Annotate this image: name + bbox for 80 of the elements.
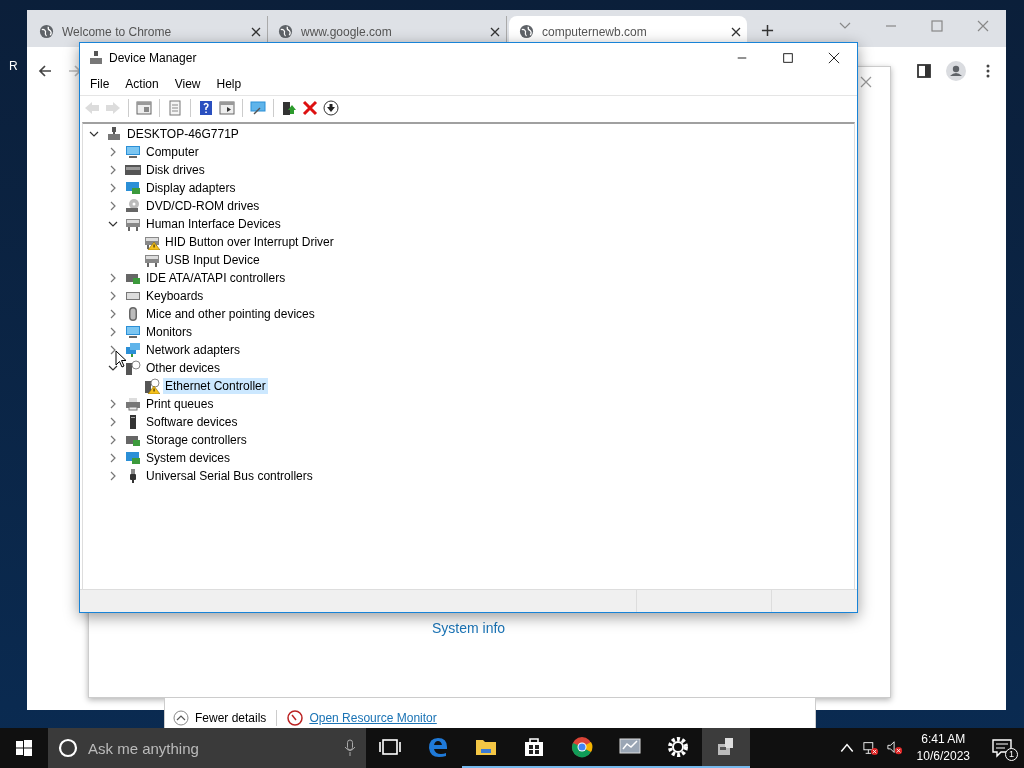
speaker-muted-icon[interactable] [886,740,903,756]
notification-count: 1 [1005,748,1018,761]
tree-item[interactable]: Human Interface Devices [144,216,283,232]
tree-item[interactable]: Mice and other pointing devices [144,306,317,322]
browser-e-icon [426,735,450,759]
tree-item[interactable]: Universal Serial Bus controllers [144,468,315,484]
settings-icon [666,735,690,759]
update-icon[interactable] [281,100,297,116]
search-field[interactable]: Ask me anything [86,738,336,758]
close-icon[interactable] [251,26,261,37]
expand-chevron-icon[interactable] [108,327,118,337]
gauge-icon [287,710,304,726]
globe-icon [278,24,293,39]
expand-chevron-icon[interactable] [108,201,118,211]
help-icon[interactable] [198,100,214,116]
close-icon[interactable] [490,26,500,37]
tree-item[interactable]: Keyboards [144,288,206,304]
taskbar-app[interactable] [702,728,750,768]
console-icon[interactable] [136,100,152,116]
menu-item[interactable]: Help [208,77,250,91]
collapse-icon[interactable] [173,710,189,726]
expand-chevron-icon[interactable] [108,471,118,481]
expand-chevron-icon[interactable] [108,147,118,157]
computer-icon [88,50,104,66]
expand-chevron-icon[interactable] [108,183,118,193]
expand-chevron-icon[interactable] [108,291,118,301]
expand-chevron-icon[interactable] [108,399,118,409]
menu-item[interactable]: View [166,77,209,91]
tree-item[interactable]: Print queues [144,396,216,412]
profile-icon[interactable] [946,61,966,81]
tree-item[interactable]: Monitors [144,324,194,340]
tree-item[interactable]: USB Input Device [163,252,262,268]
new-tab-icon[interactable] [761,24,774,37]
time-text: 6:41 AM [921,731,966,748]
tree-item[interactable]: Software devices [144,414,240,430]
tree-item[interactable]: DVD/CD-ROM drives [144,198,262,214]
microphone-icon[interactable] [344,739,356,757]
tree-item[interactable]: DESKTOP-46G771P [125,126,241,142]
circle-icon [58,738,78,758]
view-icon[interactable] [219,100,235,116]
tree-item[interactable]: Other devices [144,360,223,376]
tree-item[interactable]: Computer [144,144,201,160]
collapse-chevron-icon[interactable] [108,219,118,229]
close-icon[interactable] [731,26,741,37]
system-info-link[interactable]: System info [432,620,506,636]
tree-item[interactable]: Ethernet Controller [163,378,268,394]
search-box[interactable]: Ask me anything [48,728,366,768]
side-panel-icon[interactable] [916,63,932,79]
store-icon [522,735,546,759]
expand-chevron-icon[interactable] [108,435,118,445]
tree-item[interactable]: IDE ATA/ATAPI controllers [144,270,288,286]
menu-item[interactable]: Action [117,77,167,91]
tree-item[interactable]: Display adapters [144,180,238,196]
fewer-details-button[interactable]: Fewer details [195,711,267,725]
tree-item[interactable]: Storage controllers [144,432,249,448]
tree-item[interactable]: HID Button over Interrupt Driver [163,234,336,250]
expand-chevron-icon[interactable] [108,273,118,283]
resource-monitor-link[interactable]: Open Resource Monitor [309,711,437,725]
globe-icon [519,24,534,39]
back-icon[interactable] [37,63,53,79]
globe-icon [39,24,54,39]
uninstall-icon[interactable] [302,100,318,116]
clock[interactable]: 6:41 AM 10/6/2023 [906,731,980,765]
expand-chevron-icon[interactable] [108,309,118,319]
network-error-icon[interactable] [862,740,879,756]
expand-chevron-icon[interactable] [108,453,118,463]
chrome-icon [570,735,594,759]
notification-icon[interactable] [992,738,1012,758]
expand-chevron-icon[interactable] [108,417,118,427]
collapse-chevron-icon[interactable] [89,129,99,139]
tree-item[interactable]: System devices [144,450,233,466]
tree-item[interactable]: Disk drives [144,162,207,178]
window-text: R [9,59,18,73]
cursor-icon [115,350,127,368]
expand-chevron-icon[interactable] [108,165,118,175]
date-text: 10/6/2023 [916,748,970,765]
window-title: Device Manager [109,51,197,65]
menu-item[interactable]: File [82,77,118,91]
scan-icon[interactable] [250,100,266,116]
tree-item[interactable]: Network adapters [144,342,243,358]
